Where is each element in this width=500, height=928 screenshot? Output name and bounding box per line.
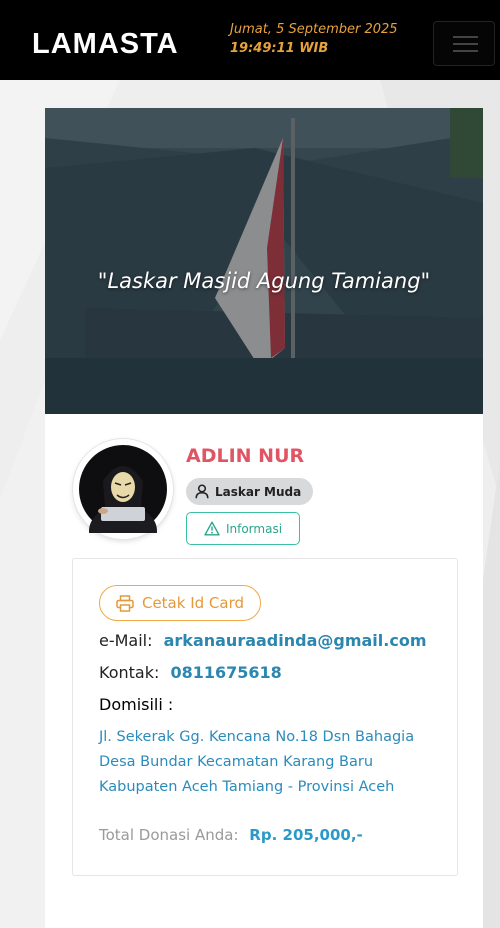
donation-label: Total Donasi Anda: — [99, 826, 239, 844]
hamburger-icon — [453, 36, 478, 38]
print-id-card-button[interactable]: Cetak Id Card — [99, 585, 261, 621]
hero-banner: "Laskar Masjid Agung Tamiang" — [45, 108, 483, 414]
contact-row: Kontak: 0811675618 — [99, 662, 282, 684]
current-date: Jumat, 5 September 2025 — [230, 22, 398, 37]
current-datetime: Jumat, 5 September 2025 19:49:11 WIB — [230, 20, 398, 58]
profile-card: "Laskar Masjid Agung Tamiang" ADLIN NUR … — [45, 108, 483, 928]
current-time: 19:49:11 WIB — [230, 41, 329, 56]
info-button[interactable]: Informasi — [186, 512, 300, 545]
donation-total-row: Total Donasi Anda: Rp. 205,000,- — [99, 824, 363, 846]
mosque-banner-image — [45, 108, 483, 414]
email-label: e-Mail: — [99, 631, 153, 650]
donation-value: Rp. 205,000,- — [249, 826, 363, 844]
print-button-label: Cetak Id Card — [141, 594, 245, 612]
profile-name: ADLIN NUR — [186, 445, 305, 467]
email-row: e-Mail: arkanauraadinda@gmail.com — [99, 630, 427, 652]
address-text: Jl. Sekerak Gg. Kencana No.18 Dsn Bahagi… — [99, 729, 415, 795]
role-label: Laskar Muda — [215, 484, 302, 499]
hamburger-icon-bar — [453, 43, 478, 45]
printer-icon — [116, 594, 134, 612]
domicile-label: Domisili : — [99, 695, 174, 714]
member-details: Cetak Id Card e-Mail: arkanauraadinda@gm… — [72, 558, 458, 876]
role-badge: Laskar Muda — [186, 478, 314, 505]
hamburger-icon-bar — [453, 50, 478, 52]
avatar-image — [79, 445, 167, 533]
avatar[interactable] — [73, 439, 173, 539]
contact-label: Kontak: — [99, 663, 160, 682]
menu-toggle-button[interactable] — [433, 21, 495, 66]
contact-value[interactable]: 0811675618 — [170, 663, 281, 682]
top-navbar: LAMASTA Jumat, 5 September 2025 19:49:11… — [0, 0, 500, 80]
warning-triangle-icon — [204, 521, 220, 536]
info-button-label: Informasi — [225, 521, 283, 536]
email-value[interactable]: arkanauraadinda@gmail.com — [164, 631, 427, 650]
app-logo[interactable]: LAMASTA — [32, 28, 179, 60]
hero-quote: "Laskar Masjid Agung Tamiang" — [97, 269, 431, 293]
user-icon — [195, 484, 209, 499]
